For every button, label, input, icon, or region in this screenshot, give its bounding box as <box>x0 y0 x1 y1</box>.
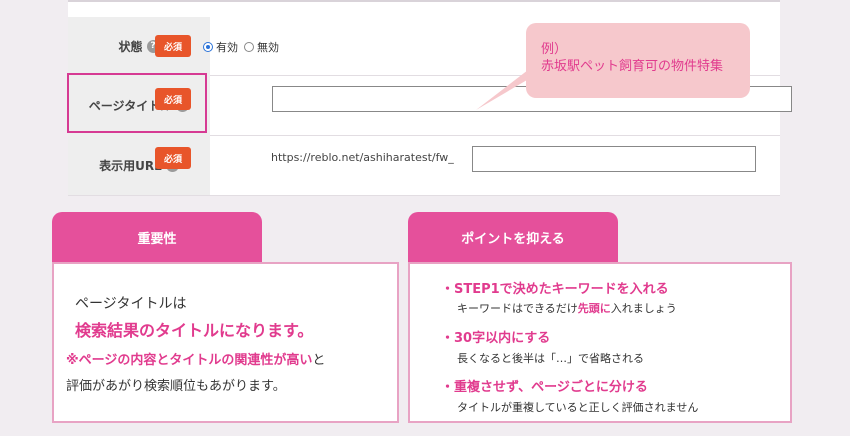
point-sub-1-highlight: 先頭に <box>577 302 611 315</box>
importance-text-2: 検索結果のタイトルになります。 <box>75 321 314 340</box>
status-radio-enabled[interactable] <box>203 42 213 52</box>
status-radio-group: 有効 無効 <box>203 39 279 55</box>
bubble-line-2: 赤坂駅ペット飼育可の物件特集 <box>541 59 724 74</box>
status-label-text: 状態 <box>118 39 143 54</box>
example-speech-bubble: 例） 赤坂駅ペット飼育可の物件特集 <box>526 23 750 98</box>
status-option-enabled-label: 有効 <box>216 41 238 54</box>
point-sub-1-b: 入れましょう <box>610 302 677 315</box>
point-title-2: ・30字以内にする <box>441 331 551 346</box>
url-prefix: https://reblo.net/ashiharatest/fw_ <box>271 151 454 164</box>
importance-tab: 重要性 <box>52 212 262 262</box>
point-sub-1-a: キーワードはできるだけ <box>457 302 578 315</box>
bubble-line-1: 例） <box>541 42 568 57</box>
importance-text-1: ページタイトルは <box>75 296 187 312</box>
url-slug-input[interactable] <box>472 146 756 172</box>
point-title-3: ・重複させず、ページごとに分ける <box>441 380 648 395</box>
point-title-1: ・STEP1で決めたキーワードを入れる <box>441 282 669 297</box>
page-title-highlight-frame <box>67 73 207 133</box>
display-url-label-text: 表示用URL <box>99 158 162 173</box>
status-radio-disabled[interactable] <box>244 42 254 52</box>
importance-text-3-highlight: ※ページの内容とタイトルの関連性が高い <box>66 353 313 368</box>
importance-card <box>52 262 399 423</box>
points-tab: ポイントを抑える <box>408 212 618 262</box>
importance-text-4: 評価があがり検索順位もあがります。 <box>66 379 286 394</box>
required-badge: 必須 <box>155 147 191 169</box>
point-sub-2: 長くなると後半は「…」で省略される <box>457 352 644 365</box>
point-sub-1: キーワードはできるだけ先頭に入れましょう <box>457 300 677 316</box>
status-option-disabled-label: 無効 <box>257 41 279 54</box>
importance-text-3: ※ページの内容とタイトルの関連性が高いと <box>66 349 325 368</box>
required-badge: 必須 <box>155 35 191 57</box>
importance-text-3-rest: と <box>312 353 326 368</box>
point-sub-3: タイトルが重複していると正しく評価されません <box>457 401 699 414</box>
